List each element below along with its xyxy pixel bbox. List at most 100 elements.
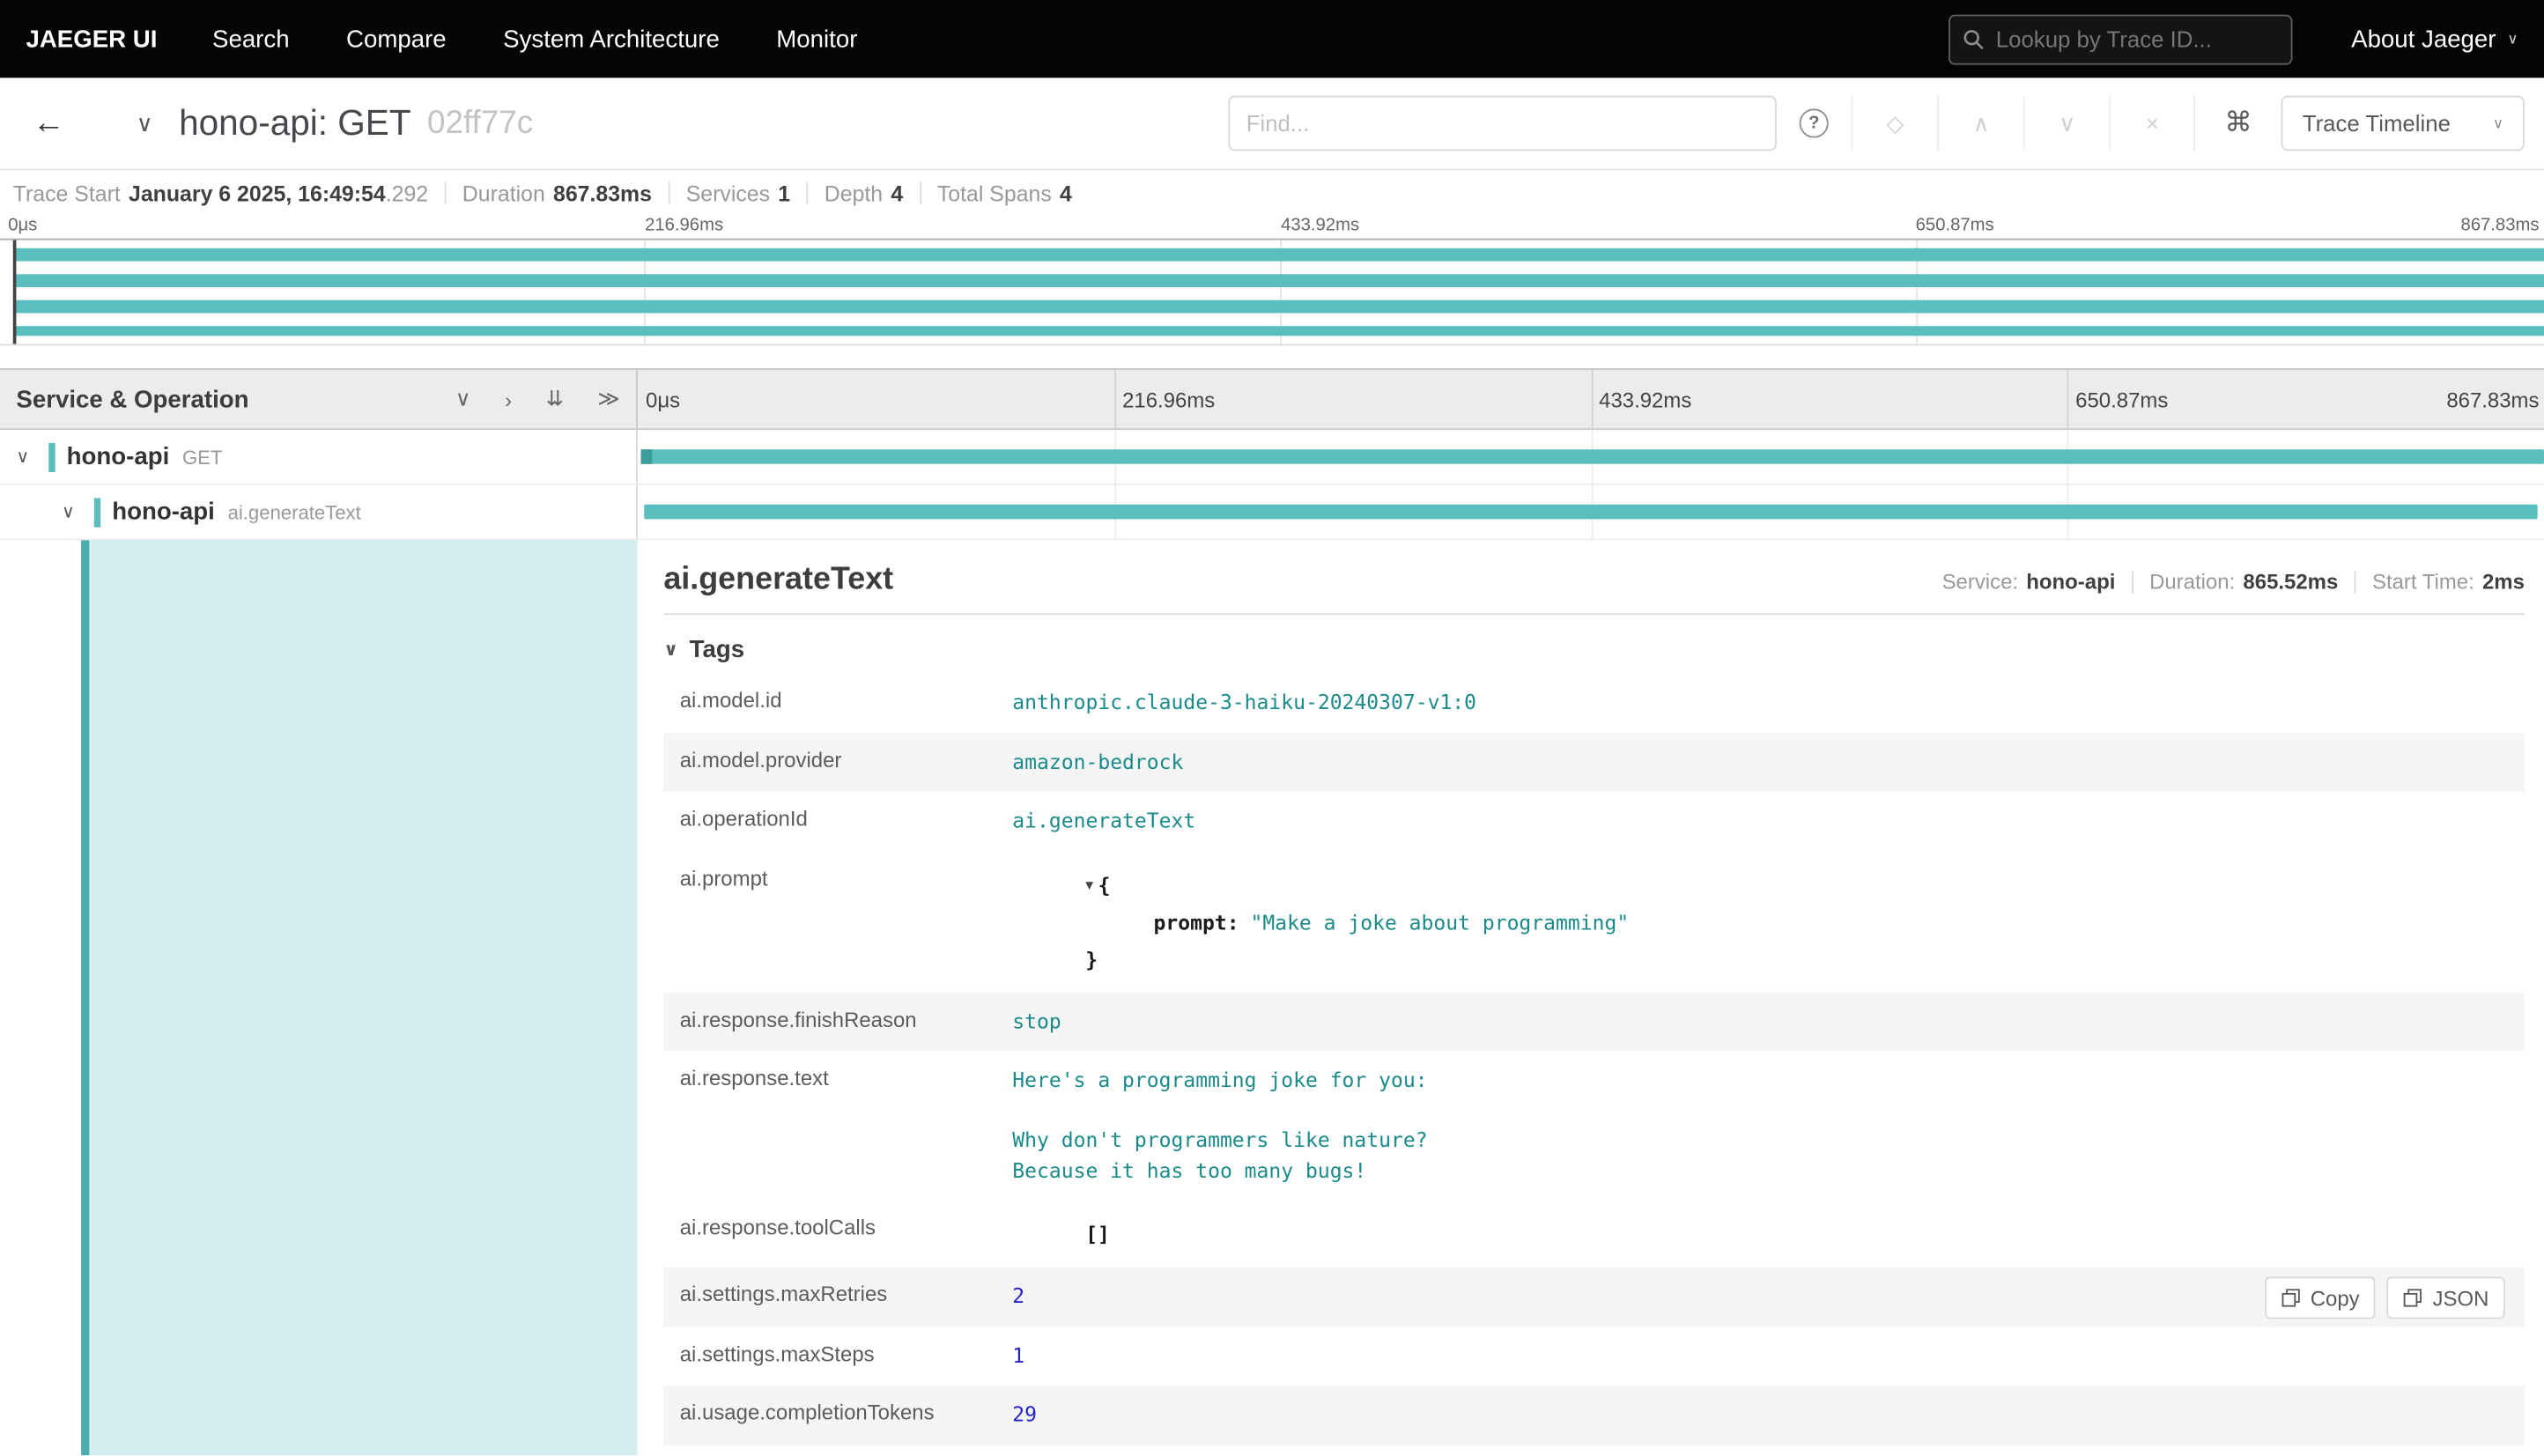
- span-color-swatch: [93, 497, 101, 527]
- json-open-brace: {: [1098, 871, 1111, 897]
- app-logo[interactable]: JAEGER UI: [26, 26, 157, 53]
- tags-table: ai.model.id anthropic.claude-3-haiku-202…: [663, 673, 2525, 1456]
- tag-value-json: ▼ { prompt: "Make a joke about programming…: [1006, 851, 2525, 992]
- about-jaeger-menu[interactable]: About Jaeger ∨: [2351, 26, 2518, 53]
- minimap-tick: 433.92ms: [1281, 215, 1360, 236]
- timeline-tick: 0μs: [646, 388, 681, 412]
- expand-one-level-icon[interactable]: ›: [505, 387, 512, 411]
- tag-value: 12: [1006, 1445, 2525, 1456]
- prev-match-icon[interactable]: ∧: [1937, 95, 2023, 152]
- span-duration-bar[interactable]: [640, 449, 2544, 464]
- find-nav-toolbar: ◇ ∧ ∨ ×: [1851, 95, 2196, 152]
- span-service: hono-api: [112, 498, 215, 526]
- span-self-time-tick: [640, 449, 652, 464]
- chevron-down-icon: ∨: [663, 640, 678, 661]
- minimap-span-bar: [14, 326, 2544, 336]
- expand-all-icon[interactable]: ≫: [598, 386, 620, 411]
- span-track[interactable]: [638, 484, 2544, 539]
- jaeger-trace-page: JAEGER UI Search Compare System Architec…: [0, 0, 2544, 1456]
- tag-row: ai.settings.maxSteps 1: [663, 1327, 2525, 1386]
- span-name-cell[interactable]: ∨ hono-api GET: [0, 430, 638, 484]
- start-time-label: Start Time:: [2371, 569, 2474, 595]
- chevron-down-icon: ∨: [2507, 30, 2518, 47]
- tag-key: ai.model.id: [679, 687, 782, 713]
- trace-header: ← ∨ hono-api: GET 02ff77c ? ◇ ∧ ∨ × ⌘ Tr…: [0, 78, 2544, 171]
- tag-key: ai.usage.promptTokens: [663, 1445, 1006, 1456]
- span-detail-panel: ai.generateText Service: hono-api Durati…: [637, 540, 2544, 1456]
- trace-lookup-input[interactable]: [1995, 26, 2279, 52]
- span-row-get[interactable]: ∨ hono-api GET: [0, 430, 2544, 485]
- service-value: hono-api: [2026, 569, 2116, 595]
- timeline-tick-header: 0μs 216.96ms 433.92ms 650.87ms 867.83ms: [638, 369, 2544, 429]
- span-detail-name-column: [0, 540, 638, 1456]
- tag-value-json: []: [1006, 1201, 2525, 1268]
- minimap-span-bar: [14, 248, 2544, 262]
- tag-value: amazon-bedrock: [1012, 749, 1184, 773]
- trace-view-select[interactable]: Trace Timeline ∨: [2281, 95, 2525, 152]
- depth-label: Depth: [824, 181, 884, 205]
- services-label: Services: [685, 181, 771, 205]
- copy-json-icon: [2404, 1289, 2422, 1307]
- json-empty-array: []: [1085, 1221, 1110, 1246]
- depth-value: 4: [891, 181, 904, 205]
- trace-start-ms: .292: [385, 181, 429, 205]
- focus-match-icon[interactable]: ◇: [1851, 95, 1938, 152]
- json-button-label: JSON: [2432, 1285, 2489, 1311]
- span-service: hono-api: [66, 442, 170, 471]
- next-match-icon[interactable]: ∨: [2023, 95, 2110, 152]
- nav-item-system-architecture[interactable]: System Architecture: [503, 26, 720, 53]
- tag-key: ai.settings.maxRetries: [679, 1282, 888, 1306]
- span-duration-bar[interactable]: [643, 504, 2539, 520]
- span-row-ai-generatetext[interactable]: ∨ hono-api ai.generateText: [0, 484, 2544, 541]
- nav-item-search[interactable]: Search: [212, 26, 290, 53]
- timeline-tick: 216.96ms: [1122, 388, 1216, 412]
- clear-find-icon[interactable]: ×: [2109, 95, 2196, 152]
- tag-row: ai.model.id anthropic.claude-3-haiku-202…: [663, 673, 2525, 732]
- collapse-children-icon[interactable]: ∨: [16, 447, 29, 467]
- trace-id: 02ff77c: [427, 104, 534, 141]
- copy-icon: [2281, 1289, 2300, 1307]
- keyboard-shortcuts-icon[interactable]: ⌘: [2224, 107, 2252, 140]
- json-collapse-icon[interactable]: ▼: [1085, 877, 1093, 892]
- nav-item-monitor[interactable]: Monitor: [776, 26, 857, 53]
- span-track[interactable]: [638, 430, 2544, 484]
- minimap-tick: 0μs: [8, 215, 38, 236]
- tag-value: anthropic.claude-3-haiku-20240307-v1:0: [1012, 689, 1477, 714]
- service-operation-header: Service & Operation ∨ › ⇊ ≫: [0, 369, 638, 429]
- back-icon[interactable]: ←: [33, 105, 65, 142]
- copy-button[interactable]: Copy: [2265, 1276, 2377, 1319]
- tag-row: ai.operationId ai.generateText: [663, 792, 2525, 851]
- tag-value: ai.generateText: [1012, 808, 1196, 832]
- span-name-cell[interactable]: ∨ hono-api ai.generateText: [0, 484, 638, 539]
- minimap-left-scrubber[interactable]: [12, 240, 17, 344]
- collapse-trace-header-icon[interactable]: ∨: [137, 109, 153, 137]
- main-menu: Search Compare System Architecture Monit…: [212, 26, 914, 53]
- tag-value: Here's a programming joke for you: Why d…: [1012, 1067, 1428, 1182]
- timeline-header: Service & Operation ∨ › ⇊ ≫ 0μs 216.96ms…: [0, 368, 2544, 431]
- nav-item-compare[interactable]: Compare: [346, 26, 447, 53]
- span-detail-header: ai.generateText Service: hono-api Durati…: [663, 561, 2525, 616]
- json-field-key: prompt:: [1153, 909, 1239, 934]
- collapse-one-level-icon[interactable]: ∨: [455, 386, 471, 411]
- tag-key: ai.usage.completionTokens: [679, 1400, 935, 1425]
- find-input[interactable]: [1228, 95, 1778, 152]
- tags-accordion-label: Tags: [689, 636, 745, 664]
- chevron-down-icon: ∨: [2492, 114, 2503, 131]
- services-value: 1: [778, 181, 791, 205]
- collapse-children-icon[interactable]: ∨: [62, 501, 75, 522]
- help-icon[interactable]: ?: [1799, 108, 1829, 138]
- duration-value: 867.83ms: [553, 181, 653, 205]
- json-button[interactable]: JSON: [2386, 1276, 2505, 1319]
- span-detail-meta: Service: hono-api Duration: 865.52ms Sta…: [1942, 569, 2525, 594]
- timeline-tick: 650.87ms: [2075, 388, 2169, 412]
- tag-row: ai.settings.maxRetries 2: [663, 1267, 2525, 1327]
- service-label: Service:: [1941, 569, 2019, 595]
- minimap-span-bar: [14, 274, 2544, 288]
- tags-actions: Copy JSON: [2265, 1276, 2505, 1319]
- tags-accordion-toggle[interactable]: ∨ Tags: [663, 631, 2525, 668]
- span-detail-color-fill: [81, 540, 638, 1456]
- timeline-tick: 433.92ms: [1599, 388, 1692, 412]
- minimap-span-bar: [14, 299, 2544, 314]
- trace-minimap[interactable]: [0, 238, 2544, 346]
- collapse-all-icon[interactable]: ⇊: [546, 386, 564, 411]
